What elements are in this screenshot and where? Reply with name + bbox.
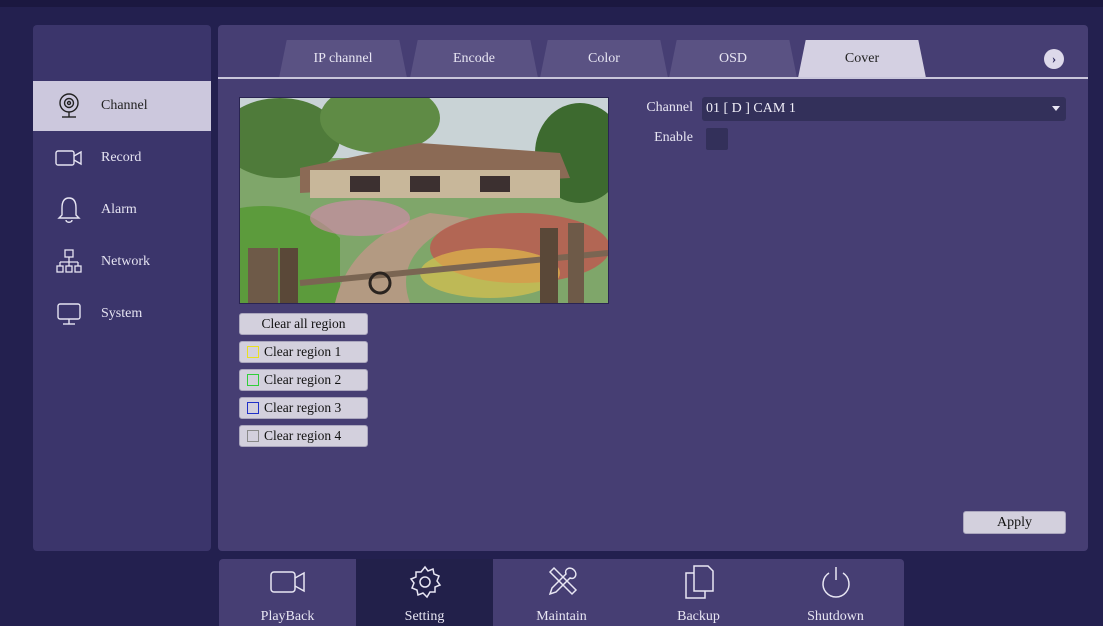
channel-label: Channel <box>646 100 693 115</box>
tab-label: IP channel <box>313 51 373 66</box>
sidebar-item-label: System <box>101 306 143 321</box>
tab-label: Encode <box>453 51 495 66</box>
toolbar-backup[interactable]: Backup <box>630 559 767 626</box>
toolbar-playback[interactable]: PlayBack <box>219 559 356 626</box>
apply-button[interactable]: Apply <box>963 511 1066 534</box>
sidebar-item-channel[interactable]: Channel <box>33 81 211 131</box>
tab-ip-channel[interactable]: IP channel <box>279 40 407 78</box>
tabs-divider <box>218 77 1088 79</box>
clear-region-4-button[interactable]: Clear region 4 <box>239 425 368 447</box>
button-label: Clear region 3 <box>264 400 342 415</box>
sidebar-item-label: Channel <box>101 98 148 113</box>
clear-all-region-button[interactable]: Clear all region <box>239 313 368 335</box>
clear-region-2-button[interactable]: Clear region 2 <box>239 369 368 391</box>
tab-cover[interactable]: Cover <box>798 40 926 78</box>
monitor-icon <box>51 300 87 328</box>
sidebar-item-label: Alarm <box>101 202 137 217</box>
gear-icon <box>405 563 445 601</box>
sidebar-item-network[interactable]: Network <box>33 237 211 287</box>
tab-label: Color <box>588 51 620 66</box>
garden-scene-image <box>240 98 608 303</box>
sidebar-item-alarm[interactable]: Alarm <box>33 185 211 235</box>
region-color-swatch <box>247 346 259 358</box>
top-strip <box>0 0 1103 7</box>
sidebar-item-label: Record <box>101 150 142 165</box>
camera-preview[interactable] <box>239 97 609 304</box>
toolbar-shutdown[interactable]: Shutdown <box>767 559 904 626</box>
button-label: Clear region 1 <box>264 344 342 359</box>
copy-icon <box>679 563 719 601</box>
bottom-toolbar: PlayBack Setting Maintain Backup Shutdow… <box>219 559 904 626</box>
button-label: Clear region 2 <box>264 372 342 387</box>
toolbar-label: PlayBack <box>260 609 315 624</box>
enable-checkbox[interactable] <box>706 128 728 150</box>
button-label: Clear all region <box>261 316 346 331</box>
webcam-icon <box>51 92 87 120</box>
channel-select[interactable]: 01 [ D ] CAM 1 <box>702 97 1066 121</box>
sidebar-item-label: Network <box>101 254 150 269</box>
bell-icon <box>51 196 87 224</box>
button-label: Clear region 4 <box>264 428 342 443</box>
chevron-right-icon[interactable]: › <box>1044 49 1064 69</box>
video-camera-icon <box>268 563 308 601</box>
chevron-down-icon <box>1052 106 1060 111</box>
region-color-swatch <box>247 374 259 386</box>
main-panel: IP channel Encode Color OSD Cover › Clea… <box>218 25 1088 551</box>
tools-icon <box>542 563 582 601</box>
toolbar-label: Backup <box>677 609 720 624</box>
channel-select-value: 01 [ D ] CAM 1 <box>706 101 796 116</box>
toolbar-label: Setting <box>404 609 445 624</box>
video-camera-icon <box>51 144 87 172</box>
tab-color[interactable]: Color <box>540 40 668 78</box>
tab-label: OSD <box>718 51 747 66</box>
toolbar-setting[interactable]: Setting <box>356 559 493 626</box>
sidebar-item-system[interactable]: System <box>33 289 211 339</box>
sidebar-item-record[interactable]: Record <box>33 133 211 183</box>
region-color-swatch <box>247 430 259 442</box>
power-icon <box>816 563 856 601</box>
clear-region-1-button[interactable]: Clear region 1 <box>239 341 368 363</box>
region-color-swatch <box>247 402 259 414</box>
clear-region-3-button[interactable]: Clear region 3 <box>239 397 368 419</box>
sidebar: Channel Record Alarm Network System <box>33 25 211 551</box>
button-label: Apply <box>997 514 1032 530</box>
toolbar-label: Shutdown <box>807 609 864 624</box>
network-icon <box>51 248 87 276</box>
enable-label: Enable <box>654 130 693 145</box>
tab-label: Cover <box>844 51 880 66</box>
toolbar-maintain[interactable]: Maintain <box>493 559 630 626</box>
tab-osd[interactable]: OSD <box>669 40 797 78</box>
toolbar-label: Maintain <box>536 609 587 624</box>
tab-encode[interactable]: Encode <box>410 40 538 78</box>
